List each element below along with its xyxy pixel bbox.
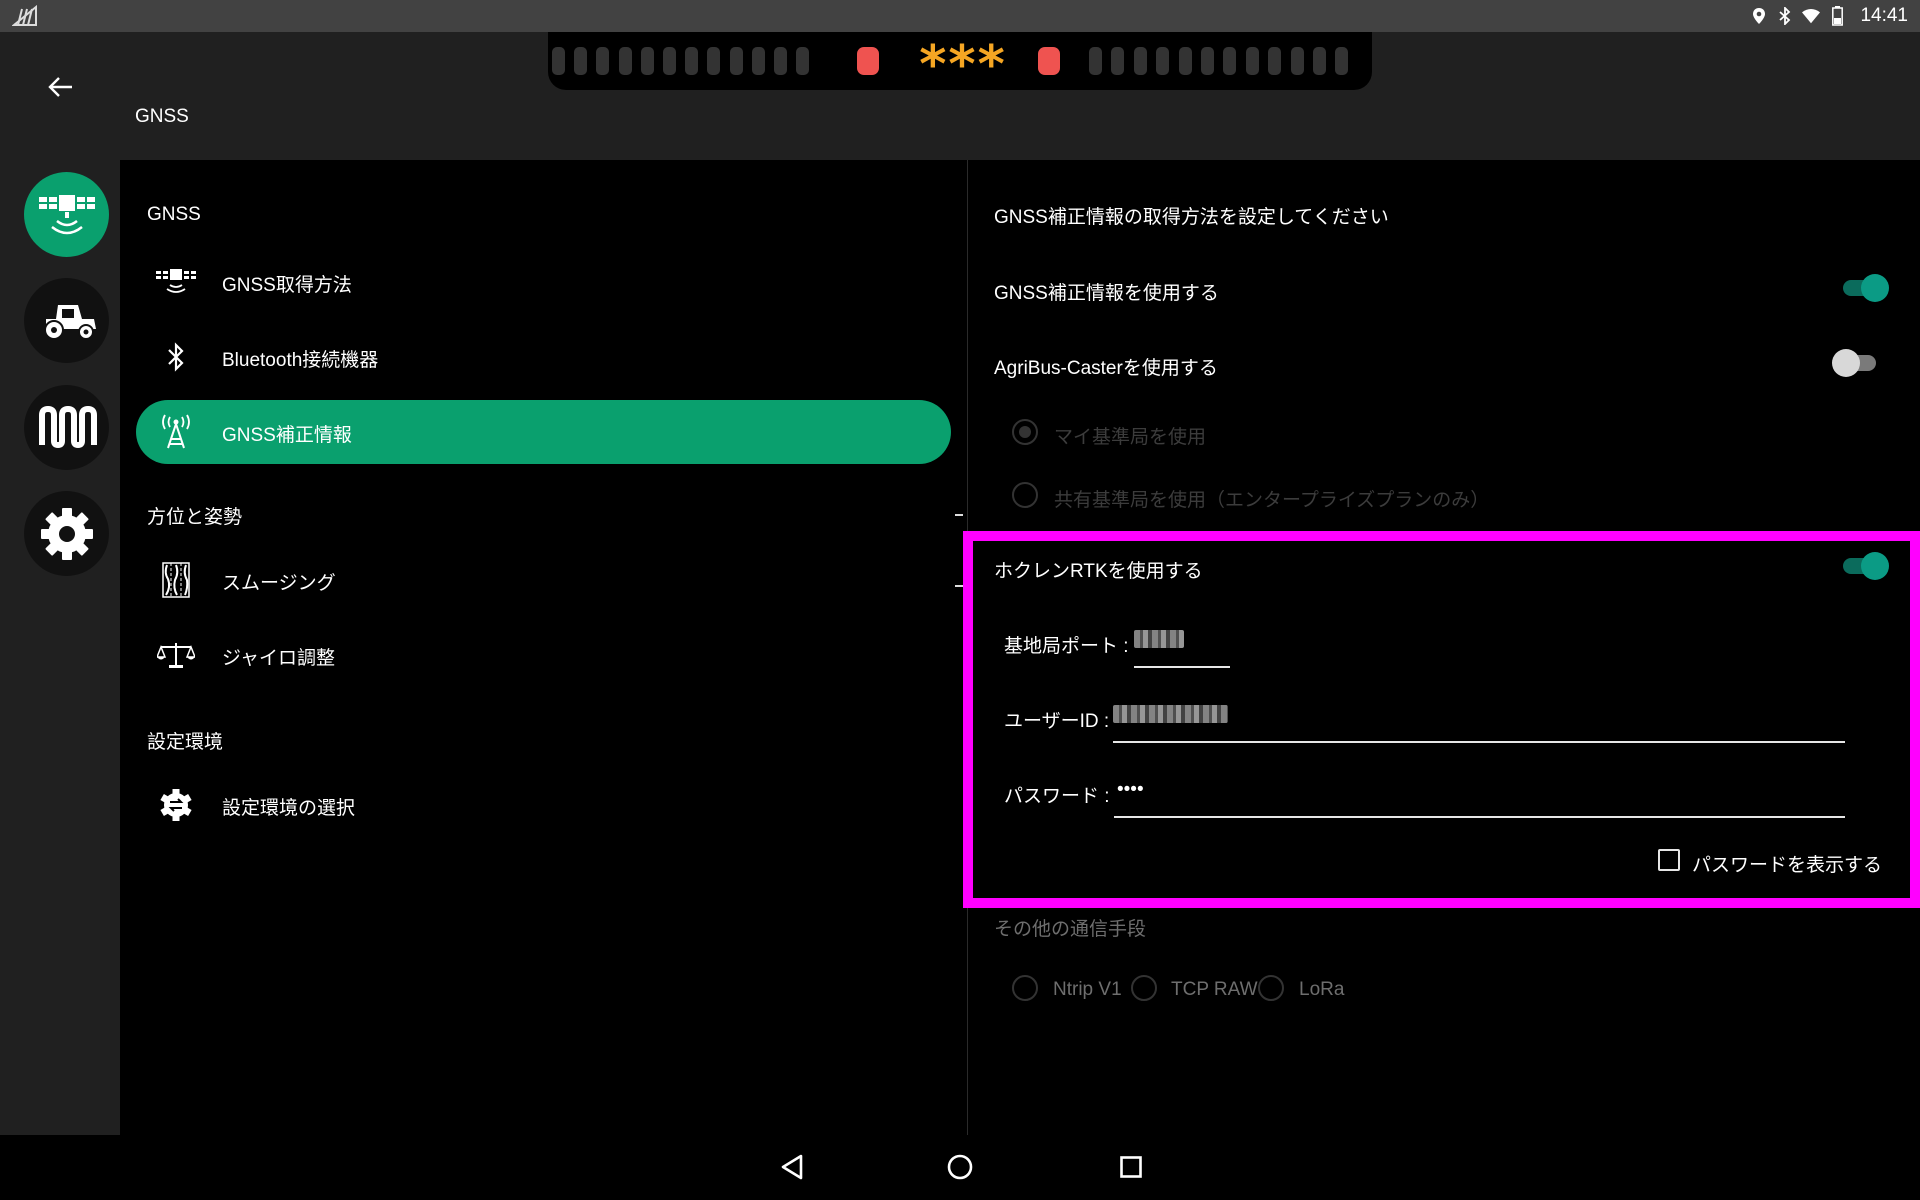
- settings-menu: GNSS GNSS取得方法 Bluetooth接続機器 GNSS補正情報 方位と…: [120, 160, 967, 1135]
- page-title: GNSS: [135, 106, 189, 127]
- radio-tower-icon: [156, 412, 196, 452]
- agribus-caster-toggle[interactable]: [1832, 347, 1880, 377]
- guidance-led: [774, 47, 787, 75]
- agribus-caster-label: AgriBus-Casterを使用する: [994, 358, 1218, 379]
- system-nav-bar: [0, 1135, 1920, 1200]
- guidance-led: [1313, 47, 1326, 75]
- radio-label: 共有基準局を使用（エンタープライズプランのみ）: [1054, 490, 1490, 511]
- satellite-icon: [38, 194, 95, 234]
- guidance-led: [1089, 47, 1102, 75]
- gnss-antenna-icon: [156, 262, 196, 302]
- radio-label: LoRa: [1299, 979, 1345, 1000]
- menu-item-bluetooth-devices[interactable]: Bluetooth接続機器: [136, 325, 951, 389]
- guidance-led: [663, 47, 676, 75]
- balance-scale-icon: [156, 635, 196, 675]
- menu-item-label: GNSS補正情報: [222, 425, 352, 446]
- menu-item-label: GNSS取得方法: [222, 275, 352, 296]
- guidance-led: [1156, 47, 1170, 75]
- guidance-light-bar: ***: [548, 32, 1372, 95]
- guidance-led: [574, 47, 588, 75]
- rail-satellite-button[interactable]: [24, 172, 109, 257]
- gear-icon: [40, 507, 93, 560]
- recents-square-icon[interactable]: [1113, 1149, 1149, 1185]
- drag-handle[interactable]: [955, 514, 963, 516]
- tractor-icon: [43, 304, 96, 340]
- implement-icon: [38, 405, 97, 448]
- guidance-led: [707, 47, 721, 75]
- guidance-led: [618, 47, 632, 75]
- guidance-led: [685, 47, 699, 75]
- battery-icon: [1828, 6, 1846, 26]
- menu-item-label: ジャイロ調整: [222, 648, 336, 669]
- guidance-led: [729, 47, 743, 75]
- menu-item-gnss-acquisition[interactable]: GNSS取得方法: [136, 250, 951, 314]
- bluetooth-icon: [156, 337, 196, 377]
- use-correction-label: GNSS補正情報を使用する: [994, 283, 1219, 304]
- guidance-led-indicator: [1038, 47, 1060, 75]
- guidance-led: [596, 47, 610, 75]
- radio-tcp-raw[interactable]: [1131, 975, 1157, 1001]
- smoothing-icon: [156, 560, 196, 600]
- guidance-led: [1290, 47, 1304, 75]
- use-correction-toggle[interactable]: [1841, 272, 1889, 302]
- radio-my-base-station[interactable]: [1012, 419, 1038, 445]
- guidance-led: [552, 47, 565, 75]
- radio-label: マイ基準局を使用: [1054, 427, 1207, 448]
- arrow-left-icon[interactable]: [44, 70, 78, 104]
- guidance-led: [1178, 47, 1192, 75]
- guidance-led: [640, 47, 654, 75]
- guidance-led: [1245, 47, 1259, 75]
- menu-item-label: スムージング: [222, 573, 336, 594]
- rail-tractor-button[interactable]: [24, 278, 109, 363]
- rail-implement-button[interactable]: [24, 385, 109, 470]
- settings-sync-icon: [156, 785, 196, 825]
- status-bar: 14:41: [0, 0, 1920, 32]
- wifi-icon: [1802, 6, 1821, 26]
- location-icon: [1750, 6, 1768, 26]
- home-circle-icon[interactable]: [942, 1149, 978, 1185]
- radio-lora[interactable]: [1258, 975, 1284, 1001]
- status-time: 14:41: [1860, 5, 1908, 26]
- guidance-led-indicator: [857, 47, 879, 75]
- panel-heading: GNSS補正情報の取得方法を設定してください: [994, 207, 1389, 228]
- section-title-gnss: GNSS: [147, 204, 201, 225]
- menu-item-smoothing[interactable]: スムージング: [136, 548, 951, 612]
- radio-shared-base-station[interactable]: [1012, 482, 1038, 508]
- back-triangle-icon[interactable]: [774, 1149, 810, 1185]
- guidance-led: [1335, 47, 1349, 75]
- status-icons: 14:41: [1750, 0, 1908, 32]
- guidance-led: [1201, 47, 1214, 75]
- section-title-heading-attitude: 方位と姿勢: [147, 507, 243, 528]
- menu-item-label: Bluetooth接続機器: [222, 350, 379, 371]
- menu-item-gnss-correction[interactable]: GNSS補正情報: [136, 400, 951, 464]
- guidance-led: [1133, 47, 1147, 75]
- section-title-environment: 設定環境: [147, 732, 224, 753]
- drag-handle[interactable]: [955, 585, 963, 587]
- highlight-box: [963, 531, 1920, 908]
- guidance-led: [1223, 47, 1237, 75]
- radio-label: TCP RAW: [1171, 979, 1258, 1000]
- signal-off-icon: [12, 5, 37, 26]
- menu-item-environment-select[interactable]: 設定環境の選択: [136, 773, 951, 837]
- guidance-center-text: ***: [919, 35, 1007, 95]
- guidance-led: [1268, 47, 1282, 75]
- menu-item-label: 設定環境の選択: [222, 798, 356, 819]
- guidance-led: [796, 47, 810, 75]
- bluetooth-icon: [1776, 6, 1794, 26]
- menu-item-gyro-adjustment[interactable]: ジャイロ調整: [136, 623, 951, 687]
- radio-label: Ntrip V1: [1053, 979, 1122, 1000]
- rail-settings-button[interactable]: [24, 491, 109, 576]
- radio-ntrip-v1[interactable]: [1012, 975, 1038, 1001]
- other-methods-label: その他の通信手段: [994, 919, 1147, 940]
- guidance-led: [751, 47, 765, 75]
- guidance-led: [1111, 47, 1125, 75]
